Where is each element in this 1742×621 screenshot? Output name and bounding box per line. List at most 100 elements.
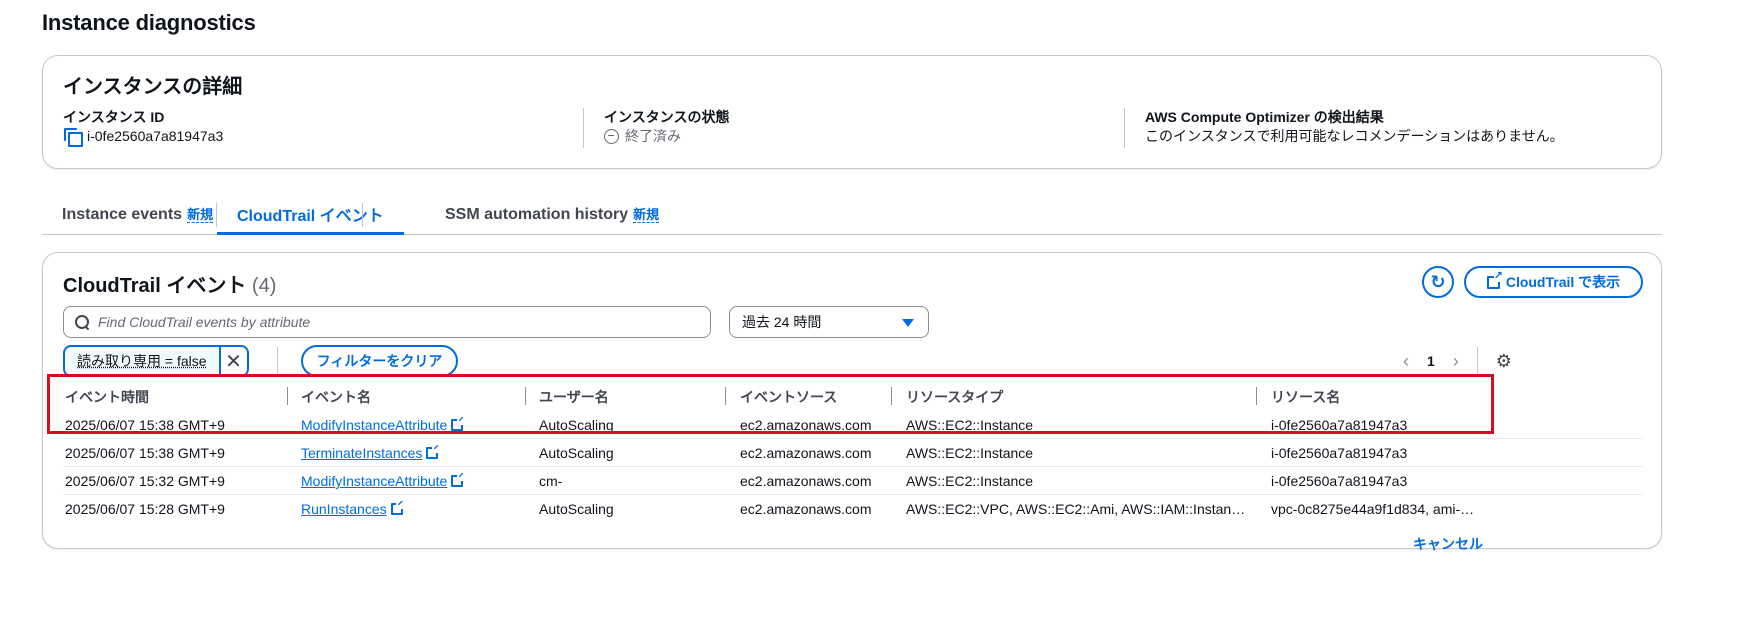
user-name: AutoScaling (539, 445, 614, 461)
table-row: 2025/06/07 15:38 GMT+9 ModifyInstanceAtt… (63, 411, 1643, 439)
event-name: ModifyInstanceAttribute (301, 473, 448, 489)
resource-type: AWS::EC2::VPC, AWS::EC2::Ami, AWS::IAM::… (906, 501, 1246, 517)
column-header: リソースタイプ (906, 389, 1004, 405)
search-icon (75, 315, 89, 329)
optimizer-value: このインスタンスで利用可能なレコメンデーションはありません。 (1145, 128, 1564, 144)
tab-instance-events[interactable]: Instance events 新規 (42, 195, 233, 235)
column-divider[interactable] (287, 387, 288, 405)
table-row: 2025/06/07 15:38 GMT+9 TerminateInstance… (63, 439, 1643, 467)
time-range-select[interactable]: 過去 24 時間 (729, 306, 929, 338)
table-row: 2025/06/07 15:32 GMT+9 ModifyInstanceAtt… (63, 467, 1643, 495)
instance-id-text: i-0fe2560a7a81947a3 (87, 128, 224, 144)
external-link-icon (426, 445, 439, 459)
tab-label: Instance events (62, 206, 183, 223)
column-header: イベント時間 (65, 389, 149, 405)
diagnostics-tabs: Instance events 新規 CloudTrail イベント SSM a… (42, 195, 1662, 235)
events-title: CloudTrail イベント (4) (63, 269, 276, 298)
refresh-icon: ↻ (1430, 271, 1446, 292)
table-header: イベント時間 イベント名 ユーザー名 イベントソース リソースタイプ リソース名 (63, 381, 1643, 411)
instance-id-label: インスタンス ID (63, 109, 165, 125)
event-time: 2025/06/07 15:32 GMT+9 (65, 473, 225, 489)
event-name-link[interactable]: RunInstances (301, 501, 403, 517)
search-input[interactable]: Find CloudTrail events by attribute (63, 306, 711, 338)
resource-name: i-0fe2560a7a81947a3 (1271, 445, 1408, 461)
pagination-divider (1476, 347, 1478, 375)
tab-label: SSM automation history (445, 206, 629, 223)
event-name: RunInstances (301, 501, 387, 517)
gear-icon[interactable]: ⚙ (1496, 351, 1512, 372)
column-header: リソース名 (1271, 389, 1341, 405)
resource-type: AWS::EC2::Instance (906, 417, 1034, 433)
column-divider[interactable] (891, 387, 892, 405)
tab-ssm-automation-history[interactable]: SSM automation history 新規 (425, 195, 679, 235)
stopped-status-icon (604, 128, 619, 144)
resource-name: vpc-0c8275e44a9f1d834, ami-… (1271, 501, 1475, 517)
event-source: ec2.amazonaws.com (740, 473, 872, 489)
filter-token: 読み取り専用 = false ✕ (63, 345, 249, 377)
copy-icon[interactable] (63, 127, 83, 147)
instance-state-label: インスタンスの状態 (604, 109, 730, 125)
resource-type: AWS::EC2::Instance (906, 445, 1034, 461)
external-link-icon (451, 473, 464, 487)
event-name: ModifyInstanceAttribute (301, 417, 448, 433)
clear-filters-button[interactable]: フィルターをクリア (301, 345, 458, 377)
external-link-icon (1486, 269, 1503, 289)
column-header: ユーザー名 (539, 389, 609, 405)
optimizer-label: AWS Compute Optimizer の検出結果 (1145, 109, 1384, 125)
chevron-left-icon[interactable]: ‹ (1403, 351, 1409, 372)
details-title: インスタンスの詳細 (63, 76, 243, 98)
page-title: Instance diagnostics (42, 10, 256, 35)
external-link-icon (390, 501, 403, 515)
event-source: ec2.amazonaws.com (740, 445, 872, 461)
optimizer-section: AWS Compute Optimizer の検出結果 このインスタンスで利用可… (1124, 108, 1644, 148)
user-name: AutoScaling (539, 417, 614, 433)
view-in-cloudtrail-label: CloudTrail で表示 (1505, 274, 1621, 290)
event-source: ec2.amazonaws.com (740, 417, 872, 433)
events-count: (4) (251, 275, 277, 297)
caret-down-icon (902, 319, 914, 327)
event-time: 2025/06/07 15:38 GMT+9 (65, 417, 225, 433)
resource-name: i-0fe2560a7a81947a3 (1271, 417, 1408, 433)
external-link-icon (451, 417, 464, 431)
tab-divider (362, 203, 363, 227)
user-name: cm- (539, 473, 563, 489)
new-badge: 新規 (187, 207, 214, 223)
view-in-cloudtrail-button[interactable]: CloudTrail で表示 (1464, 266, 1643, 298)
refresh-button[interactable]: ↻ (1422, 266, 1454, 298)
table-row: 2025/06/07 15:28 GMT+9 RunInstances Auto… (63, 495, 1643, 523)
new-badge: 新規 (633, 207, 660, 223)
column-header: イベントソース (740, 389, 838, 405)
events-table: イベント時間 イベント名 ユーザー名 イベントソース リソースタイプ リソース名… (63, 381, 1643, 523)
chevron-right-icon[interactable]: › (1453, 351, 1459, 372)
cancel-button[interactable]: キャンセル (1413, 534, 1483, 554)
instance-state-section: インスタンスの状態 終了済み (583, 108, 1103, 148)
user-name: AutoScaling (539, 501, 614, 517)
instance-state-value: 終了済み (604, 126, 1103, 146)
clear-filters-label: フィルターをクリア (316, 353, 443, 369)
event-name: TerminateInstances (301, 445, 423, 461)
column-divider[interactable] (525, 387, 526, 405)
instance-id-section: インスタンス ID i-0fe2560a7a81947a3 (63, 108, 583, 147)
time-range-value: 過去 24 時間 (742, 314, 822, 330)
event-name-link[interactable]: TerminateInstances (301, 445, 439, 461)
pagination: ‹ 1 › ⚙ (1403, 347, 1512, 375)
tab-cloudtrail-events[interactable]: CloudTrail イベント (217, 195, 404, 235)
events-title-text: CloudTrail イベント (63, 275, 247, 297)
filter-divider (277, 347, 278, 375)
event-time: 2025/06/07 15:38 GMT+9 (65, 445, 225, 461)
event-name-link[interactable]: ModifyInstanceAttribute (301, 473, 464, 489)
instance-details-panel: インスタンスの詳細 インスタンス ID i-0fe2560a7a81947a3 … (42, 55, 1662, 169)
instance-state-text: 終了済み (625, 128, 681, 144)
filter-token-label[interactable]: 読み取り専用 = false (65, 347, 219, 375)
event-name-link[interactable]: ModifyInstanceAttribute (301, 417, 464, 433)
page-number[interactable]: 1 (1427, 353, 1435, 369)
close-icon[interactable]: ✕ (218, 347, 247, 375)
column-header: イベント名 (301, 389, 371, 405)
search-placeholder: Find CloudTrail events by attribute (98, 314, 311, 330)
event-time: 2025/06/07 15:28 GMT+9 (65, 501, 225, 517)
cloudtrail-events-panel: CloudTrail イベント (4) ↻ CloudTrail で表示 Fin… (42, 252, 1662, 549)
column-divider[interactable] (1256, 387, 1257, 405)
event-source: ec2.amazonaws.com (740, 501, 872, 517)
resource-name: i-0fe2560a7a81947a3 (1271, 473, 1408, 489)
column-divider[interactable] (725, 387, 726, 405)
